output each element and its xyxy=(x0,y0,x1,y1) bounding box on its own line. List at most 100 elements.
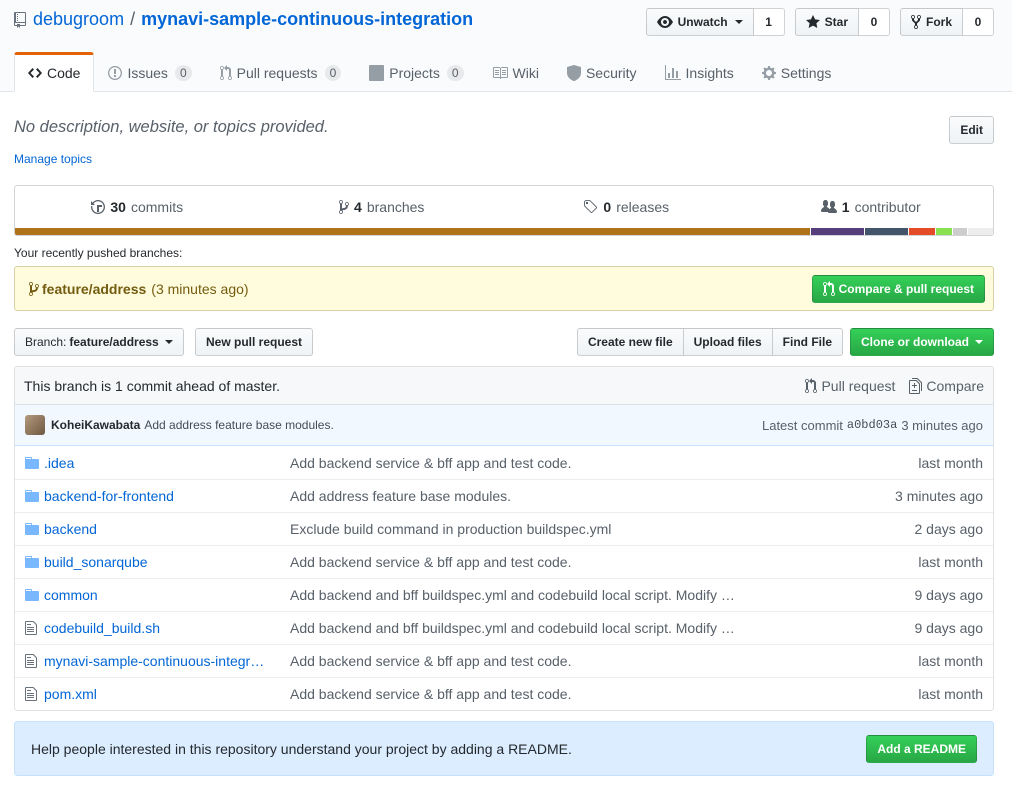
file-commit-message[interactable]: Exclude build command in production buil… xyxy=(290,521,760,537)
infobar-pull-request-link[interactable]: Pull request xyxy=(805,377,895,394)
branch-select-menu[interactable]: Branch: feature/address xyxy=(14,328,184,356)
contributors-link[interactable]: 1 contributor xyxy=(749,186,994,228)
file-commit-message[interactable]: Add address feature base modules. xyxy=(290,488,760,504)
pull-request-icon xyxy=(219,65,232,81)
tab-insights[interactable]: Insights xyxy=(651,52,748,92)
folder-icon xyxy=(15,521,44,537)
file-name-link[interactable]: .idea xyxy=(44,455,290,471)
graph-icon xyxy=(664,65,681,81)
file-commit-message[interactable]: Add backend service & bff app and test c… xyxy=(290,686,760,702)
add-readme-button[interactable]: Add a README xyxy=(866,734,977,763)
star-group: Star 0 xyxy=(794,8,890,36)
file-actions-group: Create new file Upload files Find File xyxy=(576,328,843,356)
file-commit-message[interactable]: Add backend and bff buildspec.yml and co… xyxy=(290,620,760,636)
file-name-link[interactable]: common xyxy=(44,587,290,603)
releases-link[interactable]: 0 releases xyxy=(504,186,749,228)
clone-or-download-button[interactable]: Clone or download xyxy=(850,328,994,356)
watch-group: Unwatch 1 xyxy=(645,8,785,36)
folder-icon xyxy=(15,488,44,504)
tab-settings[interactable]: Settings xyxy=(748,52,846,92)
diff-icon xyxy=(909,377,923,394)
file-row: backend Exclude build command in producti… xyxy=(15,512,993,545)
code-icon xyxy=(28,65,42,81)
star-count[interactable]: 0 xyxy=(858,8,890,36)
file-commit-message[interactable]: Add backend service & bff app and test c… xyxy=(290,653,760,669)
file-age: 3 minutes ago xyxy=(895,488,983,504)
folder-icon xyxy=(15,554,44,570)
avatar[interactable] xyxy=(25,415,45,435)
tab-security[interactable]: Security xyxy=(553,52,651,92)
branch-prefix: Branch: xyxy=(25,335,67,349)
edit-description-button[interactable]: Edit xyxy=(949,116,994,144)
chevron-down-icon xyxy=(734,20,743,24)
numbers-summary: 30 commits 4 branches 0 releases 1 contr… xyxy=(15,186,993,228)
commits-count: 30 xyxy=(110,199,126,215)
commits-label: commits xyxy=(130,199,184,215)
releases-count: 0 xyxy=(603,199,612,215)
language-bar-segment xyxy=(864,228,909,235)
tab-issues[interactable]: Issues 0 xyxy=(94,52,205,92)
file-row: mynavi-sample-continuous-integr… Add back… xyxy=(15,644,993,677)
file-commit-message[interactable]: Add backend service & bff app and test c… xyxy=(290,455,760,471)
fork-button[interactable]: Fork xyxy=(899,8,963,36)
tab-pull-requests[interactable]: Pull requests 0 xyxy=(206,52,356,92)
file-name-link[interactable]: codebuild_build.sh xyxy=(44,620,290,636)
recent-branch-link[interactable]: feature/address xyxy=(42,281,146,297)
unwatch-label: Unwatch xyxy=(677,15,728,29)
tab-code[interactable]: Code xyxy=(14,52,95,92)
language-bar-segment xyxy=(909,228,935,235)
latest-commit-bar: KoheiKawabata Add address feature base m… xyxy=(15,405,993,446)
file-row: pom.xml Add backend service & bff app and… xyxy=(15,677,993,710)
shield-icon xyxy=(566,65,581,81)
contributors-label: contributor xyxy=(854,199,921,215)
file-wrap: This branch is 1 commit ahead of master.… xyxy=(14,366,994,711)
infobar-compare-link[interactable]: Compare xyxy=(909,377,984,394)
file-commit-message[interactable]: Add backend service & bff app and test c… xyxy=(290,554,760,570)
manage-topics-link[interactable]: Manage topics xyxy=(14,152,92,166)
file-age: last month xyxy=(918,653,983,669)
fork-count[interactable]: 0 xyxy=(963,8,994,36)
file-name-link[interactable]: mynavi-sample-continuous-integr… xyxy=(44,653,290,669)
star-button[interactable]: Star xyxy=(794,8,859,36)
file-navigation: Branch: feature/address New pull request… xyxy=(14,328,994,356)
repo-header: debugroom / mynavi-sample-continuous-int… xyxy=(0,0,1012,92)
unwatch-button[interactable]: Unwatch xyxy=(645,8,754,36)
repo-owner-link[interactable]: debugroom xyxy=(33,9,124,30)
find-file-button[interactable]: Find File xyxy=(771,328,843,356)
commit-message[interactable]: Add address feature base modules. xyxy=(144,418,333,432)
create-new-file-button[interactable]: Create new file xyxy=(576,328,684,356)
tab-wiki[interactable]: Wiki xyxy=(478,52,553,92)
language-bar-segment xyxy=(935,228,953,235)
file-commit-message[interactable]: Add backend and bff buildspec.yml and co… xyxy=(290,587,760,603)
file-age: last month xyxy=(918,454,983,471)
file-row: backend-for-frontend Add address feature … xyxy=(15,479,993,512)
tab-insights-label: Insights xyxy=(685,65,734,81)
tab-projects-label: Projects xyxy=(389,65,440,81)
book-icon xyxy=(492,65,508,81)
commits-link[interactable]: 30 commits xyxy=(15,186,260,228)
pull-request-icon xyxy=(822,281,835,297)
branch-ahead-text: This branch is 1 commit ahead of master. xyxy=(24,377,280,394)
branches-count: 4 xyxy=(354,199,362,215)
tab-projects[interactable]: Projects 0 xyxy=(355,52,477,92)
branches-link[interactable]: 4 branches xyxy=(260,186,505,228)
new-pull-request-button[interactable]: New pull request xyxy=(195,328,314,356)
file-name-link[interactable]: build_sonarqube xyxy=(44,554,290,570)
file-age: 9 days ago xyxy=(914,587,984,603)
watch-count[interactable]: 1 xyxy=(753,8,785,36)
compare-pull-request-button[interactable]: Compare & pull request xyxy=(811,275,985,303)
file-name-link[interactable]: backend xyxy=(44,521,290,537)
projects-counter: 0 xyxy=(446,65,464,81)
language-bar[interactable] xyxy=(15,228,993,235)
path-separator: / xyxy=(130,9,136,29)
readme-prompt: Help people interested in this repositor… xyxy=(14,721,994,776)
upload-files-button[interactable]: Upload files xyxy=(682,328,773,356)
file-name-link[interactable]: pom.xml xyxy=(44,686,290,702)
commit-author[interactable]: KoheiKawabata xyxy=(51,418,140,432)
commit-sha[interactable]: a0bd03a xyxy=(847,418,897,433)
repo-name-link[interactable]: mynavi-sample-continuous-integration xyxy=(141,9,473,30)
repo-nav: Code Issues 0 Pull requests 0 Projects 0… xyxy=(14,52,845,92)
file-name-link[interactable]: backend-for-frontend xyxy=(44,488,290,504)
repo-icon xyxy=(14,11,26,28)
file-age: 2 days ago xyxy=(914,521,984,537)
